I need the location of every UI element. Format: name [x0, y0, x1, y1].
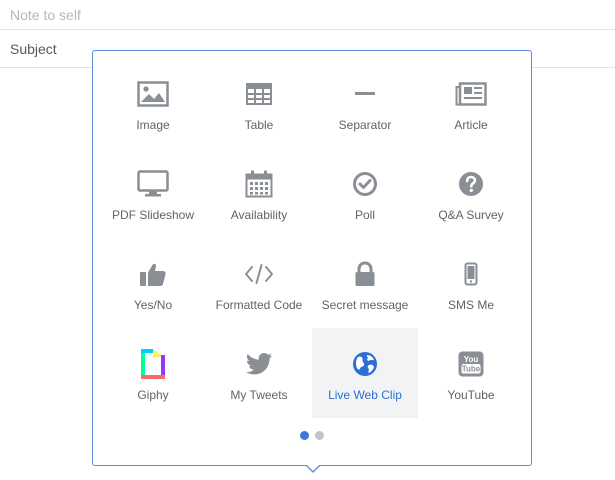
insert-my-tweets-button[interactable]: My Tweets	[206, 328, 312, 418]
insert-options-grid: Image Table Separator Article PDF Slides…	[100, 58, 524, 418]
tile-label: Live Web Clip	[328, 388, 402, 402]
question-circle-icon	[455, 170, 487, 198]
svg-text:You: You	[464, 355, 479, 364]
thumbs-up-icon	[137, 260, 169, 288]
tile-label: Table	[244, 118, 274, 132]
insert-qa-survey-button[interactable]: Q&A Survey	[418, 148, 524, 238]
insert-availability-button[interactable]: Availability	[206, 148, 312, 238]
insert-live-web-clip-button[interactable]: Live Web Clip	[312, 328, 418, 418]
tile-label: Secret message	[321, 298, 409, 312]
image-icon	[137, 80, 169, 108]
tile-label: YouTube	[447, 388, 495, 402]
page-dot-1[interactable]	[300, 431, 309, 440]
insert-image-button[interactable]: Image	[100, 58, 206, 148]
insert-content-popover: Image Table Separator Article PDF Slides…	[92, 50, 532, 473]
tile-label: Q&A Survey	[438, 208, 504, 222]
insert-yes-no-button[interactable]: Yes/No	[100, 238, 206, 328]
to-field-row	[0, 0, 615, 30]
to-input[interactable]	[10, 0, 600, 29]
insert-poll-button[interactable]: Poll	[312, 148, 418, 238]
insert-separator-button[interactable]: Separator	[312, 58, 418, 148]
calendar-icon	[243, 170, 275, 198]
insert-table-button[interactable]: Table	[206, 58, 312, 148]
check-circle-icon	[349, 170, 381, 198]
insert-giphy-button[interactable]: Giphy	[100, 328, 206, 418]
pagination-dots	[93, 431, 531, 440]
giphy-icon	[137, 349, 169, 379]
insert-pdf-slideshow-button[interactable]: PDF Slideshow	[100, 148, 206, 238]
tile-label: Article	[454, 118, 488, 132]
tile-label: Image	[136, 118, 170, 132]
separator-icon	[349, 80, 381, 108]
tile-label: Formatted Code	[215, 298, 303, 312]
twitter-bird-icon	[243, 350, 275, 378]
insert-sms-me-button[interactable]: SMS Me	[418, 238, 524, 328]
svg-text:Tube: Tube	[462, 365, 481, 374]
tile-label: My Tweets	[230, 388, 288, 402]
tile-label: Giphy	[137, 388, 169, 402]
popover-arrow-fill	[306, 464, 320, 471]
tile-label: Poll	[354, 208, 375, 222]
lock-icon	[349, 260, 381, 288]
tile-label: Availability	[230, 208, 288, 222]
monitor-icon	[137, 170, 169, 198]
insert-secret-message-button[interactable]: Secret message	[312, 238, 418, 328]
phone-icon	[455, 260, 487, 288]
page-dot-2[interactable]	[315, 431, 324, 440]
youtube-icon: You Tube	[455, 350, 487, 378]
insert-youtube-button[interactable]: You Tube YouTube	[418, 328, 524, 418]
code-icon	[243, 260, 275, 288]
tile-label: PDF Slideshow	[111, 208, 195, 222]
insert-article-button[interactable]: Article	[418, 58, 524, 148]
tile-label: Separator	[338, 118, 392, 132]
insert-formatted-code-button[interactable]: Formatted Code	[206, 238, 312, 328]
tile-label: Yes/No	[133, 298, 173, 312]
tile-label: SMS Me	[447, 298, 494, 312]
article-icon	[455, 80, 487, 108]
table-icon	[243, 80, 275, 108]
globe-icon	[349, 350, 381, 378]
